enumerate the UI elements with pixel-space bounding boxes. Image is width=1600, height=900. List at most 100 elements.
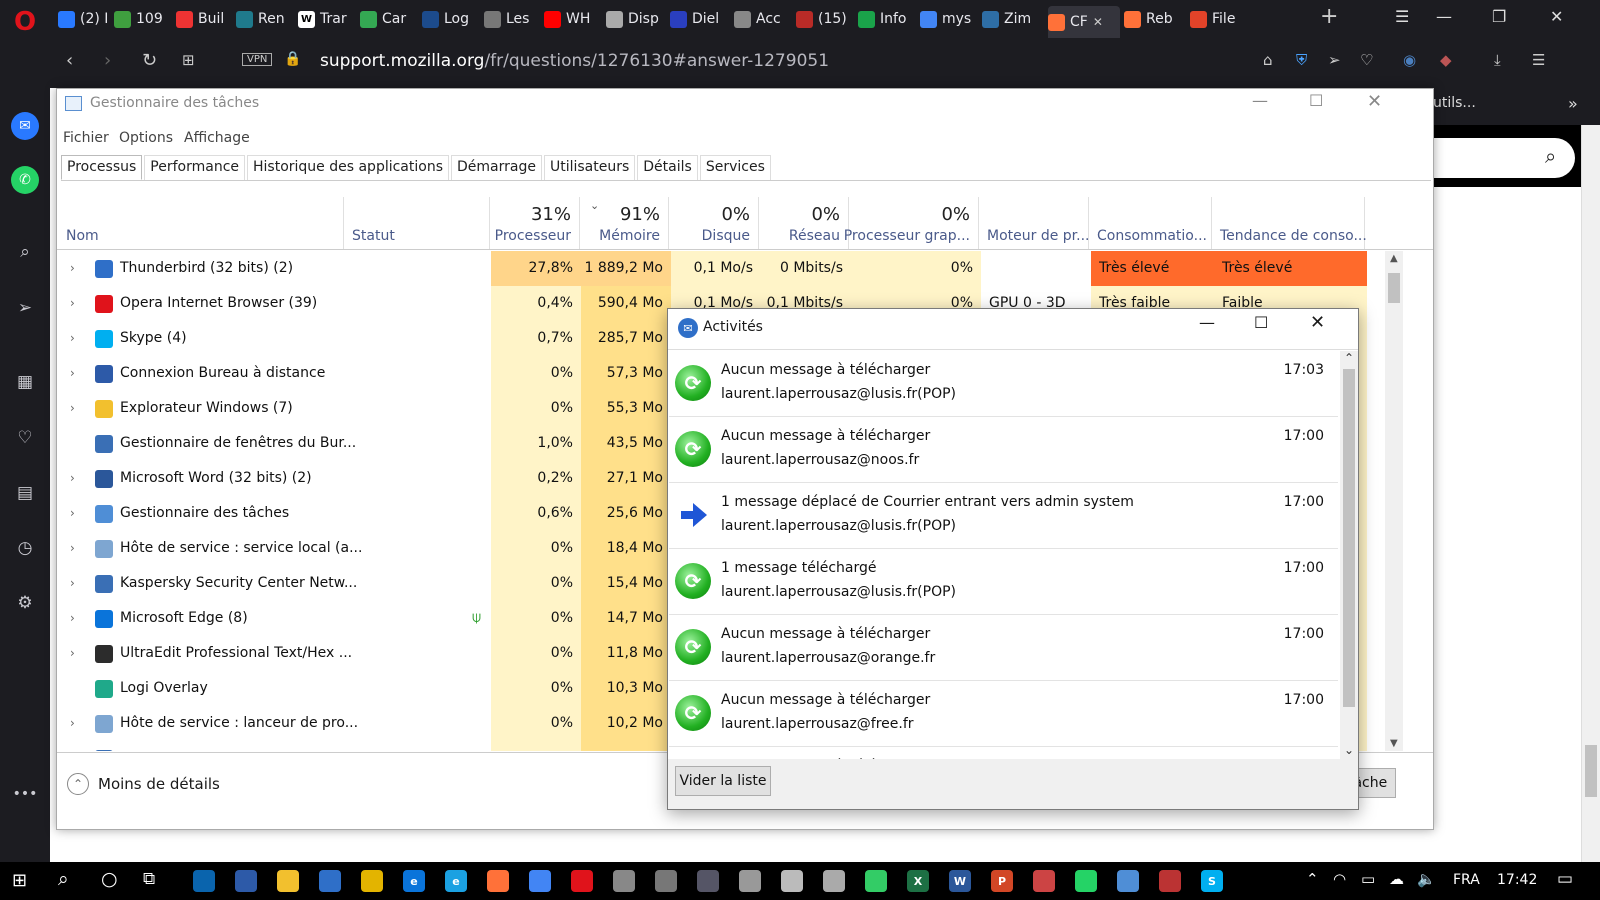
tab-performance[interactable]: Performance xyxy=(144,155,245,180)
app-icon[interactable] xyxy=(655,870,677,892)
minimize-button[interactable]: — xyxy=(1436,7,1452,26)
send-icon[interactable]: ➢ xyxy=(11,294,39,322)
outlook-icon[interactable] xyxy=(193,870,215,892)
browser-tab[interactable]: Ren xyxy=(236,6,294,32)
windows-start-icon[interactable]: ⊞ xyxy=(12,870,27,891)
search-icon[interactable]: ⌕ xyxy=(1545,144,1556,168)
maximize-button[interactable]: ☐ xyxy=(1309,91,1323,110)
expand-chevron-icon[interactable]: › xyxy=(70,636,75,671)
task-manager-icon[interactable] xyxy=(1117,870,1139,892)
close-button[interactable]: ✕ xyxy=(1310,312,1325,333)
expand-chevron-icon[interactable]: › xyxy=(70,706,75,741)
col-status[interactable]: Statut xyxy=(344,197,490,249)
excel-icon[interactable]: X xyxy=(907,870,929,892)
heart-icon[interactable]: ♡ xyxy=(11,424,39,452)
tab-utilisateurs[interactable]: Utilisateurs xyxy=(543,155,636,180)
skype-icon[interactable]: S xyxy=(1201,870,1223,892)
browser-tab[interactable]: Car xyxy=(360,6,418,32)
opera-icon[interactable] xyxy=(571,870,593,892)
close-tab-icon[interactable]: ✕ xyxy=(1093,15,1103,29)
file-explorer-icon[interactable] xyxy=(277,870,299,892)
chevron-up-icon[interactable]: ⌃ xyxy=(67,773,89,795)
activity-item[interactable]: ⟳ Aucun message à télécharger laurent.lape… xyxy=(669,351,1338,417)
col-network[interactable]: 0% Réseau xyxy=(759,197,849,249)
game-icon[interactable] xyxy=(823,870,845,892)
browser-tab[interactable]: Les xyxy=(484,6,540,32)
reload-icon[interactable]: ↻ xyxy=(142,50,157,71)
browser-tab[interactable]: 109 xyxy=(114,6,172,32)
browser-tab[interactable]: mys xyxy=(920,6,978,32)
whatsapp-icon[interactable] xyxy=(1075,870,1097,892)
browser-tab[interactable]: Diel xyxy=(670,6,730,32)
activity-item[interactable]: ⟳ Aucun message à télécharger laurent.lape… xyxy=(669,615,1338,681)
browser-tab[interactable]: Disp xyxy=(606,6,666,32)
volume-icon[interactable]: 🔈 xyxy=(1417,870,1436,888)
browser-tab[interactable]: Reb xyxy=(1124,6,1186,32)
expand-chevron-icon[interactable]: › xyxy=(70,251,75,286)
heart-icon[interactable]: ♡ xyxy=(1360,51,1373,69)
col-power-trend[interactable]: Tendance de conso... xyxy=(1212,197,1367,249)
tab-menu-icon[interactable]: ☰ xyxy=(1395,7,1409,26)
maximize-button[interactable]: ☐ xyxy=(1254,313,1268,332)
col-gpu-engine[interactable]: Moteur de pr... xyxy=(979,197,1089,249)
close-button[interactable]: ✕ xyxy=(1550,7,1563,26)
minimize-button[interactable]: — xyxy=(1252,91,1268,110)
bookmark-text[interactable]: utils... xyxy=(1433,95,1476,111)
forward-icon[interactable]: › xyxy=(104,50,111,71)
easy-setup-icon[interactable]: ☰ xyxy=(1532,51,1545,69)
restore-button[interactable]: ❐ xyxy=(1492,7,1506,26)
col-cpu[interactable]: 31% Processeur xyxy=(490,197,580,249)
browser-tab[interactable]: Buil xyxy=(176,6,232,32)
menu-fichier[interactable]: Fichier xyxy=(63,130,109,146)
browser-tab[interactable]: Zim xyxy=(982,6,1044,32)
browser-tab[interactable]: (15) xyxy=(796,6,854,32)
menu-options[interactable]: Options xyxy=(119,130,173,146)
col-disk[interactable]: 0% Disque xyxy=(669,197,759,249)
menu-affichage[interactable]: Affichage xyxy=(184,130,250,146)
col-gpu[interactable]: 0% Processeur grap... xyxy=(844,197,979,249)
vlc-icon[interactable] xyxy=(739,870,761,892)
browser-tab[interactable]: CF ✕ xyxy=(1048,6,1120,38)
tab-services[interactable]: Services xyxy=(699,155,771,180)
search-icon[interactable]: ⌕ xyxy=(58,868,69,890)
download-icon[interactable]: ⤓ xyxy=(1494,51,1501,69)
kaspersky-icon[interactable] xyxy=(361,870,383,892)
cloud-icon[interactable]: ☁ xyxy=(1389,870,1404,888)
notifications-icon[interactable]: ▭ xyxy=(1557,869,1573,889)
activity-item[interactable]: ⟳ Aucun message à télécharger laurent.lape… xyxy=(669,681,1338,747)
tab-processus[interactable]: Processus xyxy=(61,155,143,180)
activity-item[interactable]: 1 message déplacé de Courrier entrant ve… xyxy=(669,483,1338,549)
search-app-icon[interactable] xyxy=(781,870,803,892)
col-name[interactable]: Nom xyxy=(58,197,344,249)
expand-chevron-icon[interactable]: › xyxy=(70,496,75,531)
col-power[interactable]: Consommatio... xyxy=(1089,197,1212,249)
language-indicator[interactable]: FRA xyxy=(1453,872,1480,888)
send-icon[interactable]: ➢ xyxy=(1328,51,1341,69)
speed-dial-icon[interactable]: ▦ xyxy=(11,368,39,396)
firefox-icon[interactable] xyxy=(487,870,509,892)
expand-chevron-icon[interactable]: › xyxy=(70,286,75,321)
back-icon[interactable]: ‹ xyxy=(66,50,73,71)
extension-icon[interactable]: ◉ xyxy=(1403,51,1416,69)
tab-details[interactable]: Détails xyxy=(637,155,698,180)
browser-tab[interactable]: WH xyxy=(544,6,602,32)
camera-icon[interactable]: ⌂ xyxy=(1263,51,1273,69)
news-icon[interactable]: ▤ xyxy=(11,479,39,507)
tabs-grid-icon[interactable]: ⊞ xyxy=(182,51,195,69)
clock[interactable]: 17:42 xyxy=(1497,872,1537,888)
git-icon[interactable] xyxy=(865,870,887,892)
messenger-icon[interactable]: ✉ xyxy=(11,112,39,140)
expand-chevron-icon[interactable]: › xyxy=(70,601,75,636)
url-field[interactable]: support.mozilla.org/fr/questions/1276130… xyxy=(320,51,829,71)
activity-scrollbar[interactable]: ⌃ ⌄ xyxy=(1340,351,1358,759)
clear-list-button[interactable]: Vider la liste xyxy=(675,766,771,796)
browser-tab[interactable]: File xyxy=(1190,6,1252,32)
opera-menu-icon[interactable]: O xyxy=(11,7,39,37)
close-button[interactable]: ✕ xyxy=(1367,91,1382,112)
history-icon[interactable]: ◷ xyxy=(11,534,39,562)
ie-icon[interactable]: e xyxy=(445,870,467,892)
more-icon[interactable]: ••• xyxy=(11,780,39,808)
table-row[interactable]: › Thunderbird (32 bits) (2) 27,8% 1 889,2 M… xyxy=(58,251,1387,286)
activity-item[interactable]: ⟳Aucun message à télécharger17:00 xyxy=(669,747,1338,759)
chrome-icon[interactable] xyxy=(529,870,551,892)
